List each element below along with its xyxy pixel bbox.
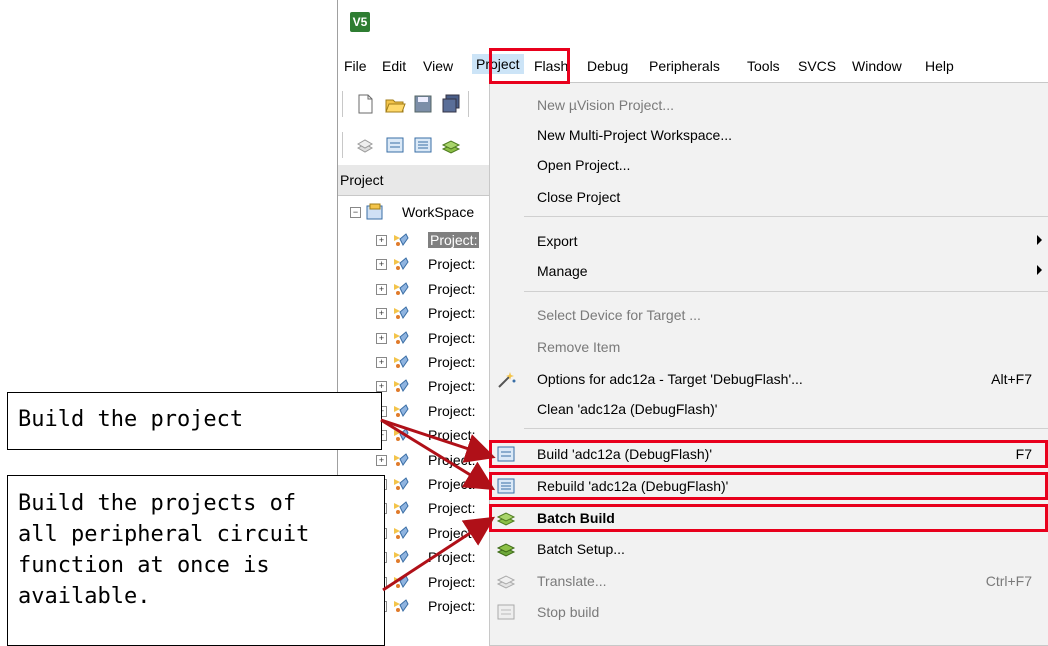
annotation-arrows (380, 418, 496, 592)
arrow-to-rebuild (380, 418, 496, 491)
arrow-to-build (380, 418, 496, 463)
arrow-to-batch-build (382, 516, 496, 592)
